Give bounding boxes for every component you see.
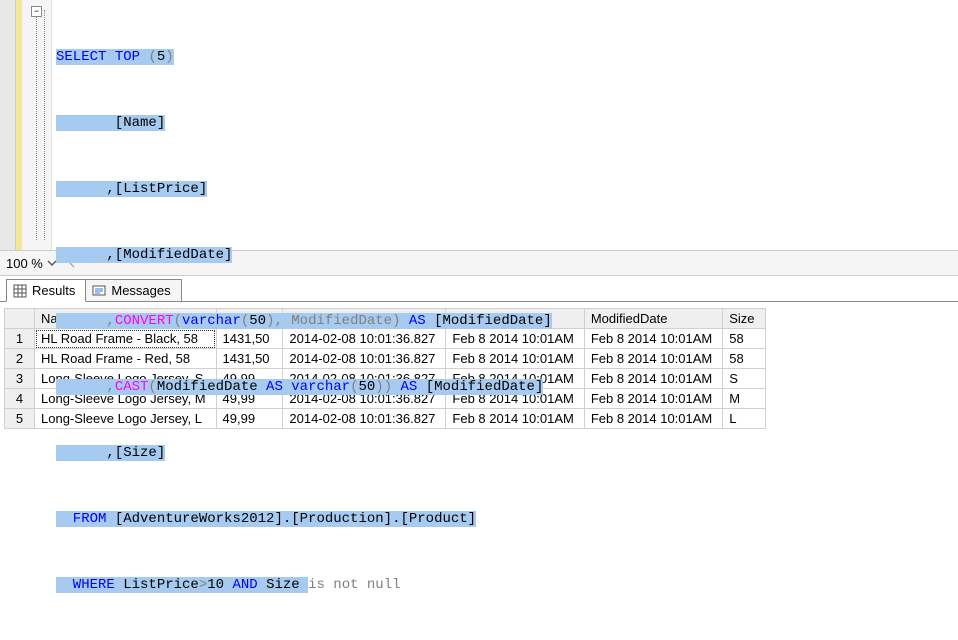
paren: ( xyxy=(241,313,249,329)
col-ref-listprice: ListPrice xyxy=(115,577,199,593)
sql-editor[interactable]: − SELECT TOP (5) [Name] ,[ListPrice] ,[M… xyxy=(0,0,958,250)
arg-modifieddate: ModifiedDate xyxy=(157,379,266,395)
kw-as: AS xyxy=(401,379,418,395)
alias-modifieddate: [ModifiedDate] xyxy=(417,379,543,395)
comma: , xyxy=(56,379,115,395)
op-gt: > xyxy=(199,577,207,593)
kw-as: AS xyxy=(266,379,283,395)
paren: ) xyxy=(165,49,173,65)
literal-5: 5 xyxy=(157,49,165,65)
zoom-level-text: 100 % xyxy=(6,256,43,271)
table-ref: [AdventureWorks2012].[Production].[Produ… xyxy=(106,511,476,527)
tab-results-label: Results xyxy=(32,283,75,298)
literal-50: 50 xyxy=(249,313,266,329)
corner-header[interactable] xyxy=(5,309,35,329)
fn-cast: CAST xyxy=(115,379,149,395)
kw-as: AS xyxy=(409,313,426,329)
type-varchar: varchar xyxy=(182,313,241,329)
fn-convert: CONVERT xyxy=(115,313,174,329)
outline-guide xyxy=(36,17,37,240)
col-listprice: ,[ListPrice] xyxy=(56,181,207,197)
tab-results[interactable]: Results xyxy=(6,279,86,302)
row-header[interactable]: 5 xyxy=(5,409,35,429)
scroll-ruler xyxy=(0,0,16,250)
comma: , xyxy=(56,313,115,329)
row-header[interactable]: 1 xyxy=(5,329,35,349)
kw-is-not-null: is not null xyxy=(308,577,400,593)
paren: ( xyxy=(174,313,182,329)
collapse-toggle-icon[interactable]: − xyxy=(31,6,42,17)
paren: ( xyxy=(148,49,156,65)
alias-modifieddate: [ModifiedDate] xyxy=(426,313,552,329)
kw-select: SELECT xyxy=(56,49,106,65)
paren-close: )) xyxy=(375,379,400,395)
col-modifieddate: ,[ModifiedDate] xyxy=(56,247,232,263)
row-header[interactable]: 4 xyxy=(5,389,35,409)
col-size: ,[Size] xyxy=(56,445,165,461)
row-header[interactable]: 2 xyxy=(5,349,35,369)
kw-from: FROM xyxy=(56,511,106,527)
paren: ( xyxy=(148,379,156,395)
code-content[interactable]: SELECT TOP (5) [Name] ,[ListPrice] ,[Mod… xyxy=(52,0,958,250)
kw-and: AND xyxy=(232,577,257,593)
outline-guide-inner xyxy=(44,10,45,240)
literal-50: 50 xyxy=(358,379,375,395)
zoom-dropdown[interactable]: 100 % xyxy=(6,256,59,271)
col-name: [Name] xyxy=(56,115,165,131)
grid-icon xyxy=(13,284,27,298)
type-varchar: varchar xyxy=(283,379,350,395)
col-ref-size: Size xyxy=(258,577,308,593)
kw-top: TOP xyxy=(106,49,148,65)
literal-10: 10 xyxy=(207,577,232,593)
kw-where: WHERE xyxy=(56,577,115,593)
code-gutter: − xyxy=(22,0,52,250)
row-header[interactable]: 3 xyxy=(5,369,35,389)
args-tail: ), ModifiedDate) xyxy=(266,313,409,329)
